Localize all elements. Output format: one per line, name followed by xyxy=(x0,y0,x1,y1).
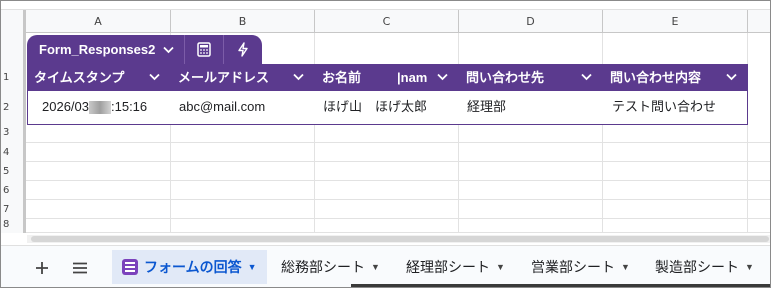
row-number-8[interactable]: 8 xyxy=(1,219,26,233)
grid-row xyxy=(26,143,770,162)
column-header-e[interactable]: E xyxy=(603,10,748,33)
cell-timestamp[interactable]: 2026/03 :15:16 xyxy=(42,91,147,123)
form-icon xyxy=(122,259,138,275)
column-header-a[interactable]: A xyxy=(26,10,171,33)
table-name: Form_Responses2 xyxy=(39,42,156,57)
all-sheets-button[interactable] xyxy=(68,256,92,280)
plus-icon xyxy=(36,262,48,274)
cell-name[interactable]: ほげ山 ほげ太郎 xyxy=(323,91,427,123)
column-header-d[interactable]: D xyxy=(459,10,603,33)
header-content[interactable]: 問い合わせ内容 xyxy=(603,64,701,91)
select-all-corner[interactable] xyxy=(1,10,26,33)
caret-down-icon[interactable]: ▼ xyxy=(371,262,380,272)
row-number-blank xyxy=(1,33,26,64)
header-timestamp[interactable]: タイムスタンプ xyxy=(27,64,124,91)
spreadsheet-window: A B C D E 1 2 3 4 5 6 7 8 Form_Responses… xyxy=(0,0,771,288)
timestamp-time: :15:16 xyxy=(111,99,148,114)
table-name-dropdown[interactable]: Form_Responses2 xyxy=(27,35,184,64)
caret-down-icon[interactable]: ▼ xyxy=(621,262,630,272)
table-header-row: タイムスタンプ メールアドレス お名前 |nam 問い合わせ先 問い合わせ内容 xyxy=(27,64,748,91)
add-sheet-button[interactable] xyxy=(30,256,54,280)
sheet-tab-label: フォームの回答 xyxy=(144,259,242,275)
header-name[interactable]: お名前 xyxy=(315,64,361,91)
table-row: 2026/03:15:16 abc@mail.com ほげ山 ほげ太郎 経理部 … xyxy=(27,91,748,125)
cell-email[interactable]: abc@mail.com xyxy=(179,91,265,123)
sheet-tab-bar: フォームの回答 ▼ 総務部シート ▼ 経理部シート ▼ 営業部シート ▼ 製造部… xyxy=(1,245,770,287)
bolt-icon[interactable] xyxy=(224,35,262,64)
chevron-down-icon[interactable] xyxy=(149,64,160,91)
sheet-tab-label: 経理部シート xyxy=(406,259,490,275)
header-email[interactable]: メールアドレス xyxy=(171,64,269,91)
sheet-tab-sales[interactable]: 営業部シート ▼ xyxy=(521,250,640,284)
sheet-tab-form-responses[interactable]: フォームの回答 ▼ xyxy=(112,250,267,284)
chevron-down-icon[interactable] xyxy=(726,64,737,91)
cell-content[interactable]: テスト問い合わせ xyxy=(612,91,716,123)
sheet-tab-manufacturing[interactable]: 製造部シート ▼ xyxy=(645,250,764,284)
header-name-edit[interactable]: |nam xyxy=(397,64,427,91)
sheet-tab-label: 総務部シート xyxy=(281,259,365,275)
background-strip xyxy=(351,284,770,287)
chevron-down-icon[interactable] xyxy=(437,64,448,91)
redacted-blur xyxy=(89,101,111,115)
row-number-4[interactable]: 4 xyxy=(1,143,26,162)
calculator-icon[interactable] xyxy=(185,35,223,64)
row-number-5[interactable]: 5 xyxy=(1,162,26,181)
row-number-6[interactable]: 6 xyxy=(1,181,26,200)
chevron-down-icon[interactable] xyxy=(293,64,304,91)
row-number-2[interactable]: 2 xyxy=(1,91,26,125)
header-department[interactable]: 問い合わせ先 xyxy=(459,64,544,91)
row-number-1[interactable]: 1 xyxy=(1,64,26,91)
column-header-bar: A B C D E xyxy=(1,9,770,33)
column-header-b[interactable]: B xyxy=(171,10,315,33)
sheet-tab-general-affairs[interactable]: 総務部シート ▼ xyxy=(271,250,390,284)
table-name-tab: Form_Responses2 xyxy=(27,35,263,64)
column-header-c[interactable]: C xyxy=(315,10,459,33)
grid-row xyxy=(26,200,770,219)
grid-row xyxy=(26,125,770,143)
scrollbar-thumb[interactable] xyxy=(31,236,769,242)
row-number-7[interactable]: 7 xyxy=(1,200,26,219)
sheet-tab-label: 営業部シート xyxy=(531,259,615,275)
caret-down-icon[interactable]: ▼ xyxy=(496,262,505,272)
row-number-3[interactable]: 3 xyxy=(1,125,26,143)
caret-down-icon[interactable]: ▼ xyxy=(248,262,257,272)
sheet-tab-accounting[interactable]: 経理部シート ▼ xyxy=(396,250,515,284)
menu-icon xyxy=(73,262,87,274)
horizontal-scrollbar[interactable] xyxy=(27,235,770,243)
chevron-down-icon[interactable] xyxy=(581,64,592,91)
grid-row xyxy=(26,181,770,200)
sheet-tab-label: 製造部シート xyxy=(655,259,739,275)
cell-department[interactable]: 経理部 xyxy=(467,91,506,123)
timestamp-date: 2026/03 xyxy=(42,99,89,114)
chevron-down-icon xyxy=(163,42,174,57)
grid-row xyxy=(26,162,770,181)
grid-row xyxy=(26,219,770,233)
caret-down-icon[interactable]: ▼ xyxy=(745,262,754,272)
